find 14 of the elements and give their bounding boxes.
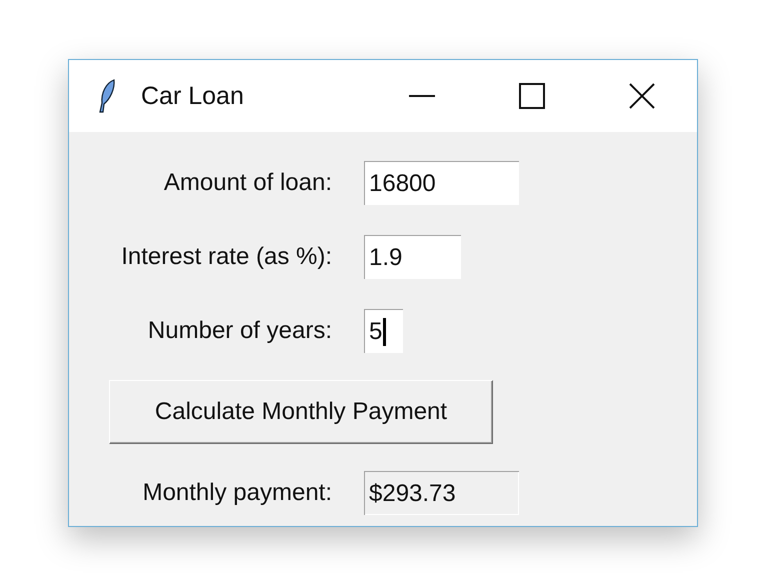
minimize-icon [409,94,435,98]
input-field[interactable]: 16800 [364,161,519,205]
window-title: Car Loan [141,82,245,110]
field-label: Amount of loan: [164,169,332,197]
calculate-button[interactable]: Calculate Monthly Payment [109,380,493,444]
maximize-icon [519,83,545,109]
input-field[interactable]: 1.9 [364,235,461,279]
input-field[interactable]: 5 [364,309,403,353]
input-field[interactable]: $293.73 [364,471,519,515]
feather-icon [97,79,117,113]
close-icon [628,82,656,110]
field-label: Monthly payment: [142,479,332,507]
field-label: Interest rate (as %): [121,243,332,271]
field-label: Number of years: [148,317,332,345]
